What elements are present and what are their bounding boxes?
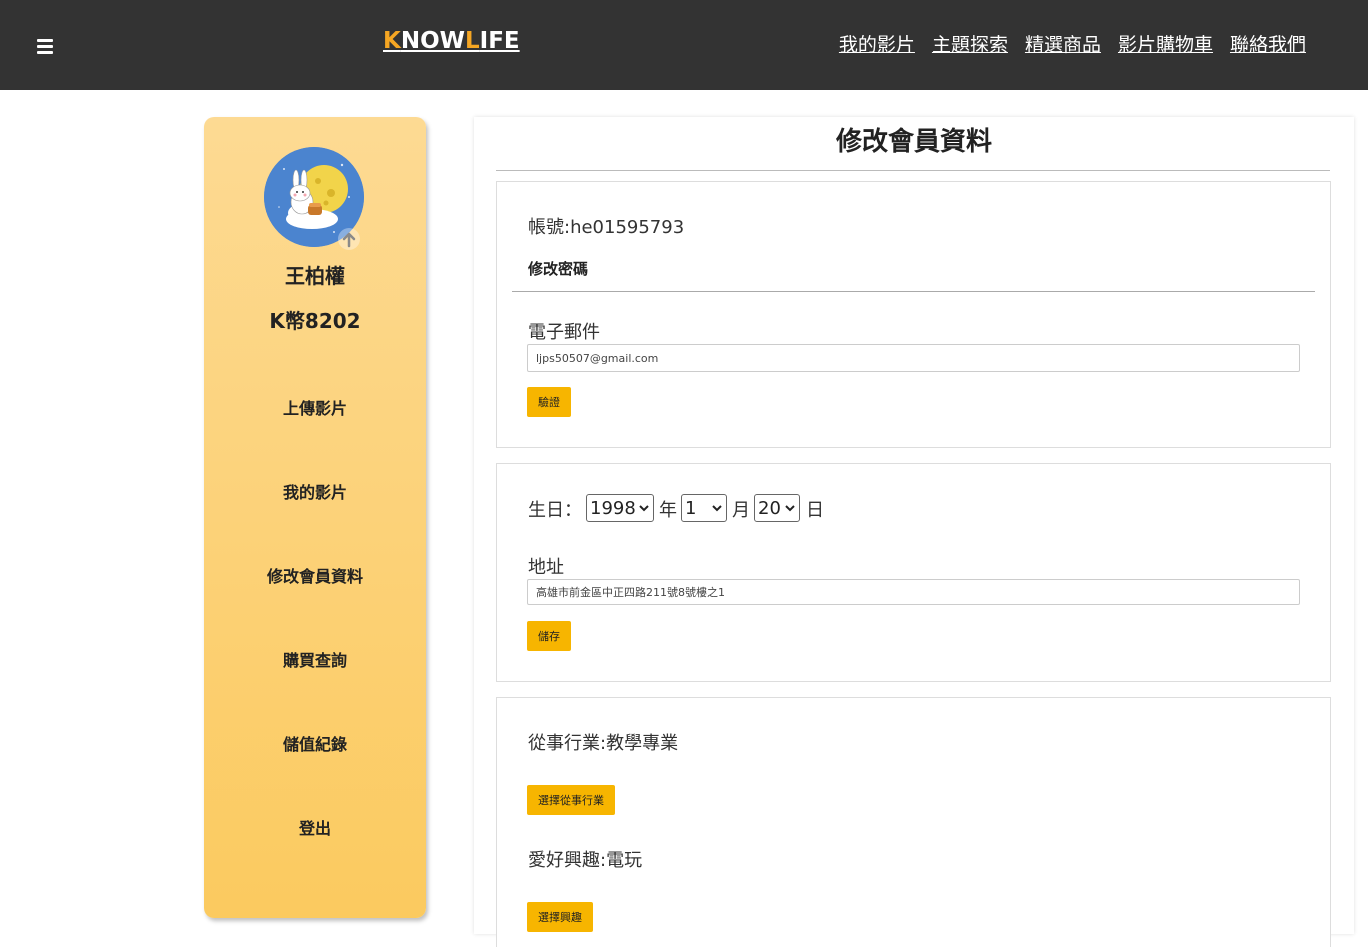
select-hobby-button[interactable]: 選擇興趣	[527, 902, 593, 932]
logo-text-ife: IFE	[479, 28, 520, 54]
member-sidebar: 王柏權 K幣8202 上傳影片 我的影片 修改會員資料 購買查詢 儲值紀錄 登出	[204, 117, 426, 918]
nav-link-contact-us[interactable]: 聯絡我們	[1230, 30, 1306, 57]
sidebar-item-my-videos[interactable]: 我的影片	[204, 479, 426, 563]
logo-text-now: NOW	[400, 28, 465, 54]
nav-link-my-videos[interactable]: 我的影片	[839, 30, 915, 57]
account-id-label: 帳號:he01595793	[528, 217, 685, 238]
page-title: 修改會員資料	[835, 127, 992, 157]
profile-card: 生日： 1998 年 1 月 20 日 地址 儲存	[496, 463, 1331, 682]
upload-arrow-icon[interactable]	[337, 227, 361, 251]
select-caret-icon	[712, 505, 722, 512]
title-divider	[496, 170, 1330, 171]
day-unit: 日	[806, 500, 824, 521]
year-unit: 年	[659, 500, 677, 521]
birthday-label: 生日：	[528, 500, 582, 521]
verify-button[interactable]: 驗證	[527, 387, 571, 417]
nav-link-video-cart[interactable]: 影片購物車	[1118, 30, 1213, 57]
month-unit: 月	[732, 500, 750, 521]
nav-link-featured-products[interactable]: 精選商品	[1025, 30, 1101, 57]
section-divider	[512, 291, 1315, 292]
hamburger-menu-icon[interactable]	[37, 39, 53, 55]
birth-month-select[interactable]: 1	[681, 494, 727, 522]
select-caret-icon	[785, 505, 795, 512]
email-field[interactable]	[527, 344, 1300, 372]
sidebar-item-upload-video[interactable]: 上傳影片	[204, 395, 426, 479]
user-name: 王柏權	[285, 264, 345, 288]
address-field[interactable]	[527, 579, 1300, 605]
sidebar-menu: 上傳影片 我的影片 修改會員資料 購買查詢 儲值紀錄 登出	[204, 395, 426, 899]
edit-profile-panel: 修改會員資料 帳號:he01595793 修改密碼 電子郵件 驗證 生日： 19…	[474, 117, 1354, 947]
sidebar-item-edit-profile[interactable]: 修改會員資料	[204, 563, 426, 647]
nav-link-explore-topics[interactable]: 主題探索	[932, 30, 1008, 57]
interests-card: 從事行業:教學專業 選擇從事行業 愛好興趣:電玩 選擇興趣	[496, 697, 1331, 947]
sidebar-item-topup-records[interactable]: 儲值紀錄	[204, 731, 426, 815]
select-industry-button[interactable]: 選擇從事行業	[527, 785, 615, 815]
site-logo[interactable]: KNOWLIFE	[383, 28, 520, 54]
select-caret-icon	[639, 505, 649, 512]
save-button[interactable]: 儲存	[527, 621, 571, 651]
address-label: 地址	[528, 557, 564, 578]
industry-label: 從事行業:教學專業	[528, 733, 679, 754]
birth-year-select[interactable]: 1998	[586, 494, 654, 522]
hobby-label: 愛好興趣:電玩	[528, 850, 643, 871]
sidebar-item-logout[interactable]: 登出	[204, 815, 426, 899]
main-nav: 我的影片 主題探索 精選商品 影片購物車 聯絡我們	[839, 30, 1306, 57]
coin-balance: K幣8202	[269, 309, 361, 333]
birth-month-value: 1	[685, 497, 697, 519]
account-card: 帳號:he01595793 修改密碼 電子郵件 驗證	[496, 181, 1331, 448]
birth-day-value: 20	[758, 497, 781, 519]
birth-day-select[interactable]: 20	[754, 494, 800, 522]
change-password-link[interactable]: 修改密碼	[528, 258, 588, 279]
birth-year-value: 1998	[590, 497, 636, 519]
sidebar-item-purchase-history[interactable]: 購買查詢	[204, 647, 426, 731]
logo-letter-l: L	[465, 28, 480, 54]
email-label: 電子郵件	[528, 322, 600, 343]
logo-letter-k: K	[383, 28, 401, 54]
top-navigation-bar: KNOWLIFE 我的影片 主題探索 精選商品 影片購物車 聯絡我們	[0, 0, 1368, 90]
